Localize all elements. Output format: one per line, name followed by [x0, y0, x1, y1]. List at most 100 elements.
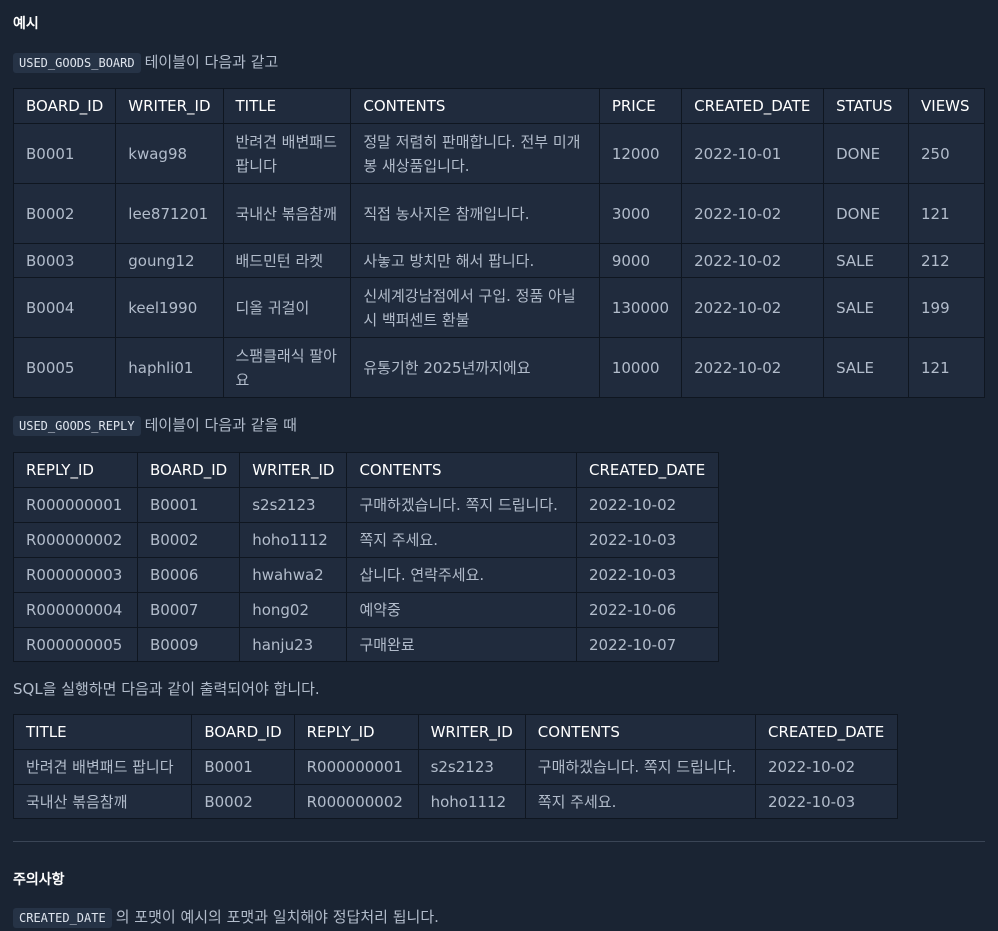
note-text: 의 포맷이 예시의 포맷과 일치해야 정답처리 됩니다.	[115, 908, 439, 926]
table-cell: 국내산 볶음참깨	[12, 784, 193, 819]
section-heading-example: 예시	[13, 16, 39, 32]
table-cell: 쪽지 주세요.	[524, 784, 756, 819]
table-cell: R000000001	[13, 487, 138, 523]
table-cell: B0002	[191, 784, 295, 819]
table-cell: DONE	[823, 183, 910, 244]
column-header: CONTENTS	[346, 452, 577, 488]
table-cell: s2s2123	[239, 487, 348, 523]
table-cell: B0004	[12, 277, 117, 338]
note-line: CREATED_DATE 의 포맷이 예시의 포맷과 일치해야 정답처리 됩니다.	[13, 906, 439, 928]
table-cell: 2022-10-03	[754, 784, 899, 819]
table-cell: hwahwa2	[239, 557, 348, 593]
table-cell: 예약중	[346, 592, 577, 628]
table-cell: B0001	[136, 487, 241, 523]
table-row: R000000003 B0006 hwahwa2 삽니다. 연락주세요. 2022-10…	[13, 557, 719, 593]
table-cell: 2022-10-02	[576, 487, 719, 523]
column-header: WRITER_ID	[115, 88, 224, 124]
table-cell: B0002	[12, 183, 117, 244]
table-cell: hong02	[239, 592, 348, 628]
column-header: BOARD_ID	[191, 714, 295, 750]
table-row: B0005 haphli01 스팸클래식 팔아요 유통기한 2025년까지에요 1000…	[12, 337, 985, 398]
board-intro: USED_GOODS_BOARD 테이블이 다음과 같고	[13, 51, 279, 73]
table-cell: 직접 농사지은 참깨입니다.	[350, 183, 600, 244]
table-name-code: USED_GOODS_BOARD	[13, 53, 141, 73]
reply-intro-text: 테이블이 다음과 같을 때	[144, 416, 297, 434]
column-header: BOARD_ID	[12, 88, 117, 124]
column-header: WRITER_ID	[239, 452, 348, 488]
table-cell: 2022-10-02	[754, 749, 899, 785]
table-cell: 사놓고 방치만 해서 팝니다.	[350, 243, 600, 278]
table-cell: SALE	[823, 277, 910, 338]
table-cell: hoho1112	[239, 522, 348, 558]
table-row: R000000005 B0009 hanju23 구매완료 2022-10-07	[13, 627, 719, 662]
table-cell: 스팸클래식 팔아요	[222, 337, 352, 398]
table-cell: R000000005	[13, 627, 138, 662]
board-table: BOARD_ID WRITER_ID TITLE CONTENTS PRICE CREAT…	[12, 88, 985, 398]
table-row: B0001 kwag98 반려견 배변패드 팝니다 정말 저렴히 판매합니다. 전부 …	[12, 123, 985, 184]
column-header: REPLY_ID	[13, 452, 138, 488]
table-header-row: BOARD_ID WRITER_ID TITLE CONTENTS PRICE CREAT…	[12, 88, 985, 124]
table-cell: 유통기한 2025년까지에요	[350, 337, 600, 398]
table-cell: 쪽지 주세요.	[346, 522, 577, 558]
table-row: B0002 lee871201 국내산 볶음참깨 직접 농사지은 참깨입니다. 3000…	[12, 183, 985, 244]
table-cell: kwag98	[115, 123, 224, 184]
divider	[13, 841, 985, 842]
table-cell: 2022-10-02	[681, 277, 825, 338]
table-cell: haphli01	[115, 337, 224, 398]
column-header: PRICE	[598, 88, 683, 124]
table-cell: 130000	[598, 277, 683, 338]
table-row: B0003 goung12 배드민턴 라켓 사놓고 방치만 해서 팝니다. 9000 20…	[12, 243, 985, 278]
table-cell: 반려견 배변패드 팝니다	[12, 749, 193, 785]
table-cell: 121	[908, 183, 985, 244]
table-row: 국내산 볶음참깨 B0002 R000000002 hoho1112 쪽지 주세요. 20…	[12, 784, 899, 819]
result-intro: SQL을 실행하면 다음과 같이 출력되어야 합니다.	[13, 680, 320, 698]
table-cell: 250	[908, 123, 985, 184]
reply-intro: USED_GOODS_REPLY 테이블이 다음과 같을 때	[13, 414, 297, 436]
table-cell: hanju23	[239, 627, 348, 662]
table-cell: 반려견 배변패드 팝니다	[222, 123, 352, 184]
table-cell: 국내산 볶음참깨	[222, 183, 352, 244]
table-cell: 121	[908, 337, 985, 398]
table-cell: 2022-10-02	[681, 183, 825, 244]
board-intro-text: 테이블이 다음과 같고	[144, 53, 279, 71]
table-row: B0004 keel1990 디올 귀걸이 신세계강남점에서 구입. 정품 아닐시 백…	[12, 277, 985, 338]
table-row: R000000002 B0002 hoho1112 쪽지 주세요. 2022-10-03	[13, 522, 719, 558]
table-cell: 구매하겠습니다. 쪽지 드립니다.	[346, 487, 577, 523]
table-cell: B0001	[12, 123, 117, 184]
table-cell: hoho1112	[417, 784, 526, 819]
column-header: VIEWS	[908, 88, 985, 124]
column-header: CONTENTS	[350, 88, 600, 124]
column-header: CONTENTS	[524, 714, 756, 750]
column-header: TITLE	[12, 714, 193, 750]
table-cell: 3000	[598, 183, 683, 244]
column-header: CREATED_DATE	[681, 88, 825, 124]
table-cell: 2022-10-03	[576, 522, 719, 558]
column-header: CREATED_DATE	[754, 714, 899, 750]
table-cell: DONE	[823, 123, 910, 184]
table-cell: R000000003	[13, 557, 138, 593]
table-cell: 정말 저렴히 판매합니다. 전부 미개봉 새상품입니다.	[350, 123, 600, 184]
table-cell: 2022-10-01	[681, 123, 825, 184]
reply-table: REPLY_ID BOARD_ID WRITER_ID CONTENTS CREATED…	[13, 452, 719, 662]
table-cell: 구매완료	[346, 627, 577, 662]
column-header: REPLY_ID	[293, 714, 419, 750]
table-header-row: TITLE BOARD_ID REPLY_ID WRITER_ID CONTENTS CR…	[12, 714, 899, 750]
table-cell: lee871201	[115, 183, 224, 244]
table-cell: B0006	[136, 557, 241, 593]
table-cell: goung12	[115, 243, 224, 278]
table-cell: 212	[908, 243, 985, 278]
column-name-code: CREATED_DATE	[13, 908, 112, 928]
table-cell: B0001	[191, 749, 295, 785]
table-cell: 12000	[598, 123, 683, 184]
table-cell: 2022-10-03	[576, 557, 719, 593]
table-cell: 삽니다. 연락주세요.	[346, 557, 577, 593]
table-cell: SALE	[823, 337, 910, 398]
table-cell: s2s2123	[417, 749, 526, 785]
column-header: CREATED_DATE	[576, 452, 719, 488]
table-cell: 2022-10-02	[681, 243, 825, 278]
table-header-row: REPLY_ID BOARD_ID WRITER_ID CONTENTS CREATED…	[13, 452, 719, 488]
table-cell: R000000001	[293, 749, 419, 785]
table-cell: SALE	[823, 243, 910, 278]
table-cell: 구매하겠습니다. 쪽지 드립니다.	[524, 749, 756, 785]
table-cell: keel1990	[115, 277, 224, 338]
